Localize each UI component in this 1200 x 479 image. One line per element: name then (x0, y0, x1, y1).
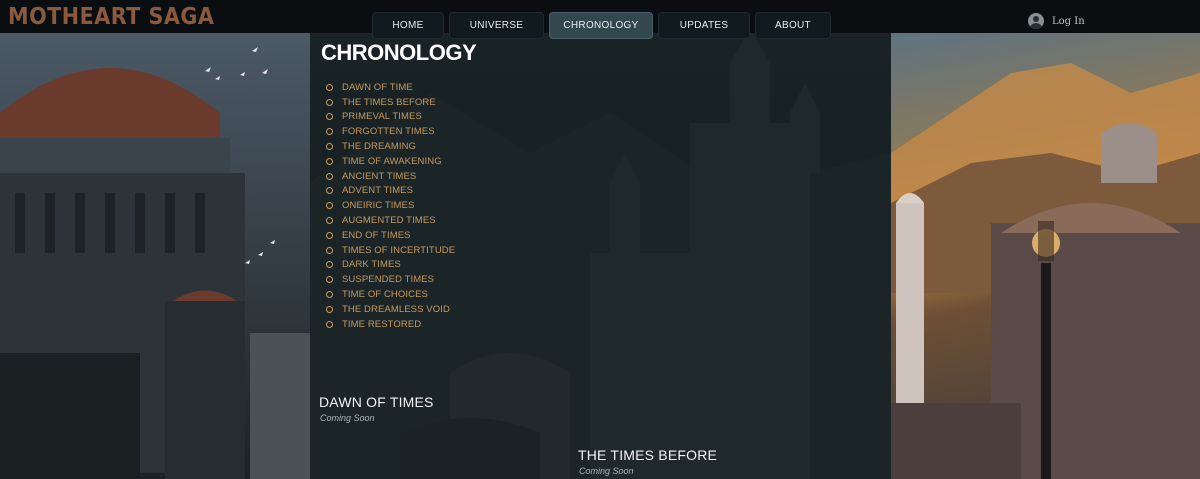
chronology-item-label: TIMES OF INCERTITUDE (342, 244, 456, 256)
login-label: Log In (1052, 15, 1085, 27)
chronology-item[interactable]: DAWN OF TIME (326, 80, 455, 95)
nav-updates[interactable]: UPDATES (658, 12, 750, 39)
chronology-item-label: THE DREAMING (342, 141, 417, 153)
chronology-item[interactable]: TIME RESTORED (326, 317, 455, 332)
chronology-item[interactable]: ONEIRIC TIMES (326, 198, 455, 213)
left-city-illustration (0, 47, 310, 479)
section-subtitle-dawn-of-times: Coming Soon (320, 413, 375, 423)
circle-bullet-icon (326, 231, 333, 239)
chronology-item[interactable]: THE DREAMING (326, 139, 455, 154)
chronology-item-label: DARK TIMES (342, 259, 401, 271)
chronology-item-label: TIME RESTORED (342, 318, 422, 330)
chronology-item-label: ADVENT TIMES (342, 185, 414, 197)
chronology-item-label: AUGMENTED TIMES (342, 215, 436, 227)
chronology-item[interactable]: ANCIENT TIMES (326, 169, 455, 184)
circle-bullet-icon (326, 246, 333, 254)
background-right-city (891, 33, 1200, 479)
chronology-item-label: SUSPENDED TIMES (342, 274, 435, 286)
site-header: MOTHEART SAGA HOME UNIVERSE CHRONOLOGY UPDA… (0, 0, 1200, 39)
circle-bullet-icon (326, 202, 333, 210)
background-scene (0, 0, 1200, 479)
chronology-item-label: ANCIENT TIMES (342, 170, 417, 182)
chronology-item[interactable]: THE DREAMLESS VOID (326, 302, 455, 317)
circle-bullet-icon (326, 276, 333, 284)
chronology-item[interactable]: END OF TIMES (326, 228, 455, 243)
circle-bullet-icon (326, 187, 333, 195)
chronology-item-label: FORGOTTEN TIMES (342, 126, 435, 138)
user-avatar-icon (1028, 13, 1044, 29)
chronology-item-label: ONEIRIC TIMES (342, 200, 415, 212)
circle-bullet-icon (326, 291, 333, 299)
circle-bullet-icon (326, 128, 333, 136)
circle-bullet-icon (326, 217, 333, 225)
nav-chronology[interactable]: CHRONOLOGY (549, 12, 653, 39)
main-nav: HOME UNIVERSE CHRONOLOGY UPDATES ABOUT (372, 12, 831, 39)
circle-bullet-icon (326, 113, 333, 121)
chronology-item[interactable]: TIMES OF INCERTITUDE (326, 243, 455, 258)
circle-bullet-icon (326, 143, 333, 151)
background-left-city (0, 33, 310, 479)
page-title: CHRONOLOGY (321, 40, 477, 65)
chronology-item[interactable]: PRIMEVAL TIMES (326, 110, 455, 125)
circle-bullet-icon (326, 261, 333, 269)
chronology-item[interactable]: TIME OF AWAKENING (326, 154, 455, 169)
circle-bullet-icon (326, 98, 333, 106)
section-subtitle-times-before: Coming Soon (579, 466, 634, 476)
chronology-item-label: TIME OF AWAKENING (342, 155, 442, 167)
site-logo[interactable]: MOTHEART SAGA (8, 4, 214, 30)
chronology-list: DAWN OF TIME THE TIMES BEFORE PRIMEVAL TIM… (326, 80, 455, 332)
circle-bullet-icon (326, 83, 333, 91)
chronology-item[interactable]: TIME OF CHOICES (326, 287, 455, 302)
chronology-item-label: THE DREAMLESS VOID (342, 303, 450, 315)
circle-bullet-icon (326, 172, 333, 180)
nav-home[interactable]: HOME (372, 12, 444, 39)
login-button[interactable]: Log In (1028, 12, 1085, 30)
chronology-item[interactable]: THE TIMES BEFORE (326, 95, 455, 110)
chronology-item-label: THE TIMES BEFORE (342, 96, 436, 108)
circle-bullet-icon (326, 320, 333, 328)
chronology-item[interactable]: DARK TIMES (326, 258, 455, 273)
chronology-item[interactable]: ADVENT TIMES (326, 184, 455, 199)
section-title-dawn-of-times: DAWN OF TIMES (319, 394, 434, 410)
right-city-illustration (891, 63, 1200, 479)
circle-bullet-icon (326, 305, 333, 313)
chronology-item[interactable]: AUGMENTED TIMES (326, 213, 455, 228)
section-title-times-before: THE TIMES BEFORE (578, 447, 718, 463)
chronology-item-label: END OF TIMES (342, 229, 411, 241)
chronology-item-label: DAWN OF TIME (342, 81, 413, 93)
chronology-item-label: PRIMEVAL TIMES (342, 111, 422, 123)
chronology-item-label: TIME OF CHOICES (342, 289, 428, 301)
nav-universe[interactable]: UNIVERSE (449, 12, 544, 39)
circle-bullet-icon (326, 157, 333, 165)
chronology-item[interactable]: FORGOTTEN TIMES (326, 124, 455, 139)
nav-about[interactable]: ABOUT (755, 12, 831, 39)
chronology-item[interactable]: SUSPENDED TIMES (326, 272, 455, 287)
